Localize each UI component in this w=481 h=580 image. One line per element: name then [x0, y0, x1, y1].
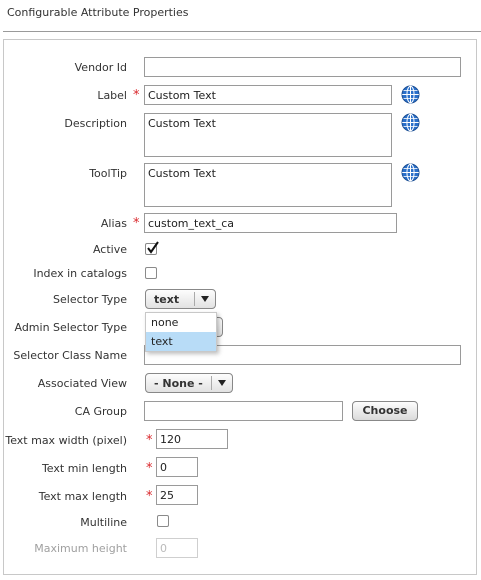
text-min-length-required-mark: *: [146, 461, 153, 476]
label-input[interactable]: Custom Text: [144, 85, 392, 105]
text-max-width-input[interactable]: 120: [156, 429, 228, 449]
selector-type-select[interactable]: text: [145, 289, 216, 309]
text-max-width-required-mark: *: [146, 433, 153, 448]
ca-group-label: CA Group: [74, 405, 127, 418]
associated-view-label: Associated View: [37, 377, 127, 390]
description-label: Description: [64, 117, 127, 130]
chevron-down-icon: [218, 380, 226, 386]
active-checkbox[interactable]: [145, 241, 159, 255]
vendor-id-input[interactable]: [144, 57, 461, 77]
chevron-down-icon: [201, 296, 209, 302]
selector-type-option-none[interactable]: none: [146, 313, 216, 332]
index-in-catalogs-label: Index in catalogs: [33, 267, 127, 280]
globe-icon[interactable]: [401, 85, 420, 104]
text-min-length-input[interactable]: 0: [156, 457, 198, 477]
selector-type-value: text: [154, 293, 180, 306]
multiline-checkbox[interactable]: [157, 515, 169, 527]
page-title: Configurable Attribute Properties: [7, 6, 189, 19]
label-label: Label: [97, 89, 127, 102]
title-divider: [3, 31, 481, 32]
tooltip-textarea[interactable]: Custom Text: [144, 163, 392, 207]
globe-icon[interactable]: [401, 113, 420, 132]
choose-button[interactable]: Choose: [352, 401, 418, 421]
associated-view-value: - None -: [154, 377, 203, 390]
maximum-height-label: Maximum height: [34, 542, 127, 555]
admin-selector-type-label: Admin Selector Type: [14, 321, 127, 334]
alias-required-mark: *: [133, 216, 140, 231]
selector-type-dropdown: none text: [145, 312, 217, 352]
selector-type-option-text[interactable]: text: [146, 332, 216, 351]
text-max-length-required-mark: *: [146, 489, 153, 504]
alias-label: Alias: [100, 217, 127, 230]
text-max-width-label: Text max width (pixel): [5, 434, 127, 447]
maximum-height-input: 0: [156, 538, 198, 558]
index-in-catalogs-checkbox[interactable]: [145, 267, 157, 279]
checkmark-icon: [147, 241, 159, 254]
ca-group-input[interactable]: [144, 401, 343, 421]
active-label: Active: [92, 243, 127, 256]
description-textarea[interactable]: Custom Text: [144, 113, 392, 157]
tooltip-label: ToolTip: [89, 167, 127, 180]
text-max-length-input[interactable]: 25: [156, 485, 198, 505]
associated-view-select[interactable]: - None -: [145, 373, 233, 393]
text-min-length-label: Text min length: [41, 462, 127, 475]
label-required-mark: *: [133, 88, 140, 103]
vendor-id-label: Vendor Id: [74, 61, 127, 74]
globe-icon[interactable]: [401, 163, 420, 182]
selector-type-label: Selector Type: [53, 293, 127, 306]
text-max-length-label: Text max length: [38, 490, 127, 503]
alias-input[interactable]: custom_text_ca: [144, 213, 397, 233]
multiline-label: Multiline: [80, 516, 127, 529]
selector-class-name-label: Selector Class Name: [13, 349, 127, 362]
